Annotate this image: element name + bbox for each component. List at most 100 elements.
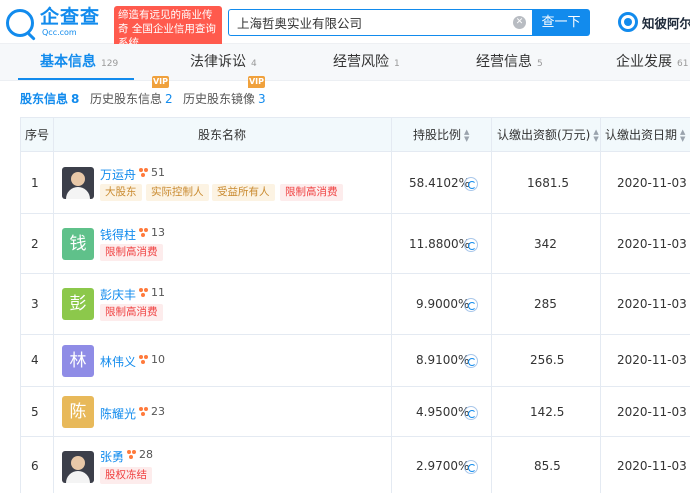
relation-count[interactable]: 11	[139, 286, 165, 299]
grid-line	[20, 118, 21, 493]
subscribed-date: 2020-11-03	[617, 459, 687, 473]
brand-link-label: 知彼阿尔	[642, 15, 690, 31]
search-button[interactable]: 查一下	[532, 9, 590, 36]
avatar[interactable]: 钱	[62, 228, 94, 260]
avatar[interactable]: 林	[62, 345, 94, 377]
tab-label: 经营信息	[476, 54, 532, 70]
subtab-count: 2	[165, 92, 173, 106]
vip-badge: VIP	[248, 76, 265, 88]
tab-label: 基本信息	[40, 54, 96, 70]
table-row: 2 钱 钱得柱 13 限制高消费 11.8800% 342 2020-11-03	[20, 214, 690, 274]
tab-count: 1	[394, 59, 400, 69]
equity-chart-icon[interactable]	[464, 406, 478, 420]
relation-count-value: 28	[139, 448, 153, 461]
sort-icon[interactable]: ▲ ▼	[680, 128, 687, 143]
col-index: 序号	[25, 128, 50, 142]
subtab-count: 8	[71, 92, 80, 106]
close-icon[interactable]: ✕	[513, 16, 526, 29]
subscribed-capital: 85.5	[534, 459, 561, 473]
relation-count[interactable]: 13	[139, 226, 165, 239]
shareholder-table: 序号 股东名称 持股比例 ▲ ▼ 认缴出资额(万元) ▲ ▼ 认缴出资日期 ▲ ▼ 1 万运…	[20, 117, 690, 493]
brand-link[interactable]: 知彼阿尔	[618, 10, 690, 34]
equity-chart-icon[interactable]	[464, 460, 478, 474]
sort-icon[interactable]: ▲ ▼	[464, 128, 471, 143]
relation-count[interactable]: 23	[139, 405, 165, 418]
subtab-shareholders[interactable]: 股东信息 8	[20, 90, 79, 107]
sub-tab-bar: 股东信息 8 历史股东信息 2 历史股东镜像 3	[0, 82, 690, 116]
subtab-history-shareholders[interactable]: 历史股东信息 2	[90, 90, 173, 107]
equity-chart-icon[interactable]	[464, 238, 478, 252]
shareholder-name-link[interactable]: 彭庆丰	[100, 286, 136, 303]
main-tab-bar: 基本信息 129 法律诉讼 4 经营风险 1 经营信息 5 企业发展 61	[0, 44, 690, 81]
table-row: 3 彭 彭庆丰 11 限制高消费 9.9000% 285 2020-11-03	[20, 274, 690, 335]
tab-label: 经营风险	[333, 54, 389, 70]
tab-risk[interactable]: 经营风险 1	[333, 44, 400, 81]
subtab-history-mirror[interactable]: 历史股东镜像 3	[183, 90, 266, 107]
table-header: 序号 股东名称 持股比例 ▲ ▼ 认缴出资额(万元) ▲ ▼ 认缴出资日期 ▲ ▼	[20, 118, 690, 152]
table-row: 5 陈 陈耀光 23 4.9500% 142.5 2020-11-03	[20, 387, 690, 437]
avatar[interactable]: 彭	[62, 288, 94, 320]
magnifier-logo-icon	[6, 8, 34, 37]
row-index: 3	[31, 297, 39, 311]
site-logo[interactable]: 企查查 Qcc.com	[6, 7, 100, 38]
active-tab-indicator	[18, 78, 134, 80]
shareholder-name-link[interactable]: 钱得柱	[100, 226, 136, 243]
tab-operation[interactable]: 经营信息 5	[476, 44, 543, 81]
subscribed-date: 2020-11-03	[617, 297, 687, 311]
brand-logo-icon	[618, 12, 638, 32]
tag-actual-controller: 实际控制人	[146, 184, 209, 201]
subtab-count: 3	[258, 92, 266, 106]
equity-chart-icon[interactable]	[464, 354, 478, 368]
table-row: 1 万运舟 51 大股东 实际控制人 受益所有人 限制高消费 58.4102% …	[20, 153, 690, 214]
logo-text: 企查查 Qcc.com	[40, 7, 100, 38]
relation-network-icon	[139, 355, 148, 364]
relation-network-icon	[139, 288, 148, 297]
relation-count[interactable]: 10	[139, 353, 165, 366]
grid-line	[391, 118, 392, 493]
relation-count-value: 10	[151, 353, 165, 366]
tab-label: 企业发展	[616, 54, 672, 70]
col-capital[interactable]: 认缴出资额(万元) ▲ ▼	[497, 118, 600, 152]
col-capital-label: 认缴出资额(万元)	[497, 128, 591, 142]
row-index: 6	[31, 459, 39, 473]
relation-count-value: 13	[151, 226, 165, 239]
col-date-label: 认缴出资日期	[605, 128, 678, 142]
logo-domain: Qcc.com	[42, 28, 77, 37]
shareholder-name-link[interactable]: 陈耀光	[100, 405, 136, 422]
subtab-label: 历史股东镜像	[183, 92, 256, 106]
subscribed-date: 2020-11-03	[617, 405, 687, 419]
subscribed-date: 2020-11-03	[617, 176, 687, 190]
avatar[interactable]: 陈	[62, 396, 94, 428]
shareholder-name-link[interactable]: 林伟义	[100, 353, 136, 370]
tab-count: 5	[537, 59, 543, 69]
relation-network-icon	[139, 228, 148, 237]
search-input[interactable]	[228, 9, 532, 36]
relation-count[interactable]: 28	[127, 448, 153, 461]
tab-development[interactable]: 企业发展 61	[616, 44, 688, 81]
share-ratio: 8.9100%	[416, 353, 470, 367]
equity-chart-icon[interactable]	[464, 298, 478, 312]
avatar[interactable]	[62, 167, 94, 199]
tag-consumption-restriction: 限制高消费	[100, 304, 163, 321]
col-ratio[interactable]: 持股比例 ▲ ▼	[413, 118, 471, 152]
subscribed-capital: 256.5	[530, 353, 565, 367]
tag-beneficial-owner: 受益所有人	[212, 184, 275, 201]
share-ratio: 2.9700%	[416, 459, 470, 473]
subtab-label: 股东信息	[20, 92, 69, 106]
col-name: 股东名称	[198, 128, 247, 142]
tag-consumption-restriction: 限制高消费	[100, 244, 163, 261]
tag-major-shareholder: 大股东	[100, 184, 142, 201]
tab-label: 法律诉讼	[190, 54, 246, 70]
avatar[interactable]	[62, 451, 94, 483]
shareholder-name-link[interactable]: 万运舟	[100, 166, 136, 183]
share-ratio: 4.9500%	[416, 405, 470, 419]
tab-basic-info[interactable]: 基本信息 129	[40, 44, 118, 81]
top-header: 企查查 Qcc.com 缔造有远见的商业传奇 全国企业信用查询系统 ✕ 查一下 …	[0, 0, 690, 52]
col-date[interactable]: 认缴出资日期 ▲ ▼	[605, 118, 687, 152]
subscribed-capital: 285	[534, 297, 557, 311]
shareholder-name-link[interactable]: 张勇	[100, 448, 124, 465]
row-index: 2	[31, 237, 39, 251]
relation-count[interactable]: 51	[139, 166, 165, 179]
tab-legal[interactable]: 法律诉讼 4	[190, 44, 257, 81]
equity-chart-icon[interactable]	[464, 177, 478, 191]
